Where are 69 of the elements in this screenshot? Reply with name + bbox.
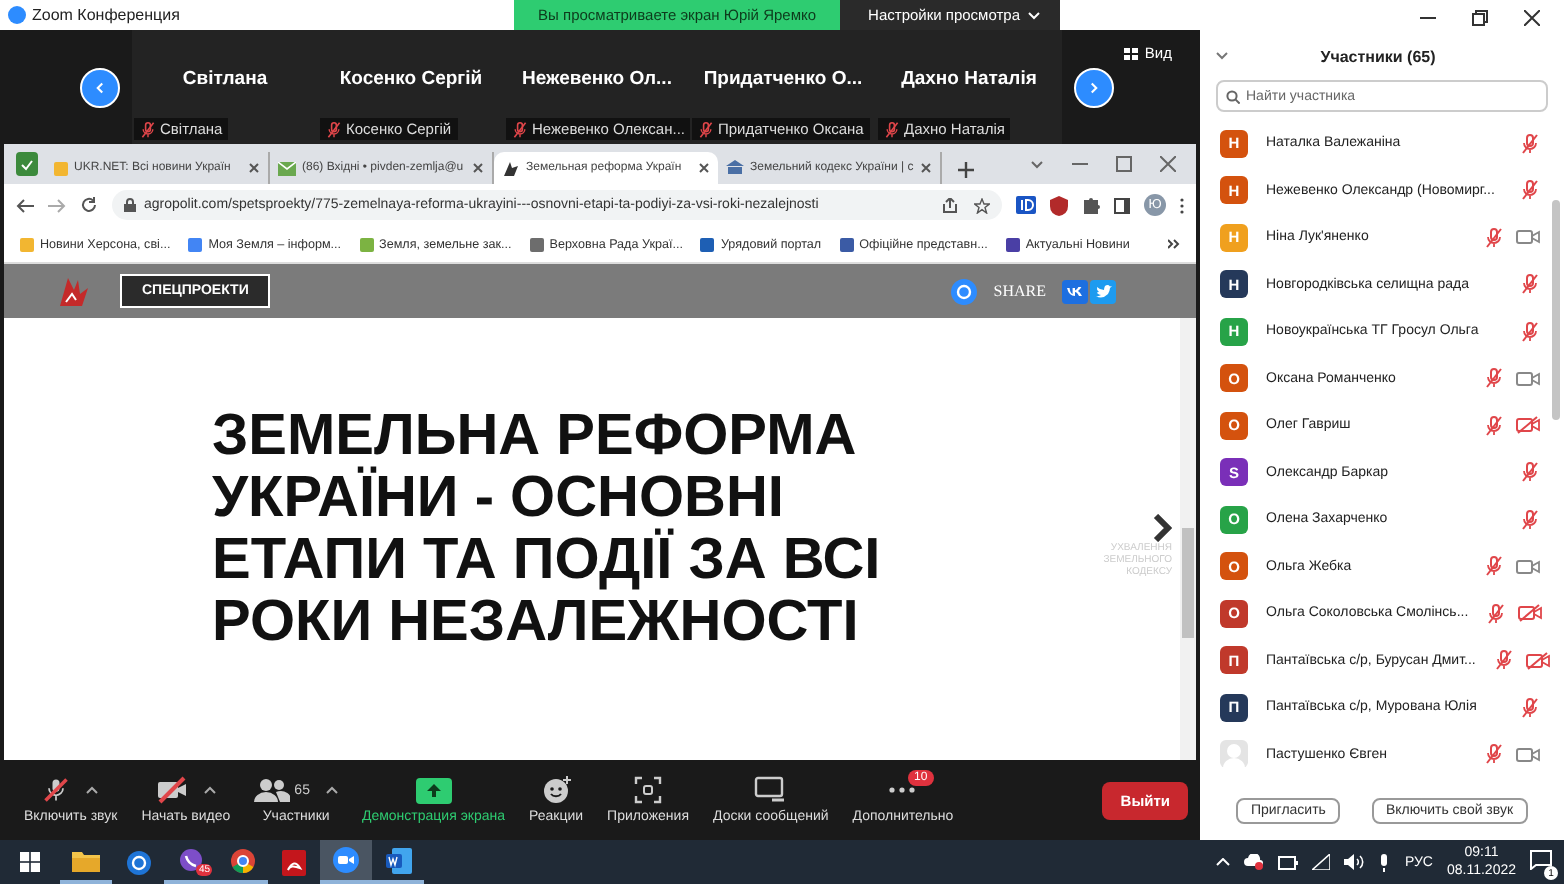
start-icon[interactable] <box>20 852 40 872</box>
cloud-icon[interactable] <box>1244 854 1265 870</box>
phone-bubble-icon <box>177 847 203 873</box>
taskbar-app[interactable] <box>320 840 372 884</box>
hand-logo-icon <box>502 159 520 177</box>
site-favicon-icon <box>54 161 68 175</box>
close-icon[interactable] <box>698 162 710 174</box>
close-icon[interactable] <box>472 162 484 174</box>
document-icon <box>385 847 411 873</box>
battery-icon[interactable] <box>1278 855 1299 869</box>
puzzle-icon[interactable] <box>1082 196 1100 214</box>
close-icon[interactable] <box>920 162 932 174</box>
caret-up-icon[interactable] <box>86 786 99 794</box>
avatar-silhouette-icon <box>1220 740 1248 769</box>
app-logo-icon <box>8 6 26 24</box>
scrollbar-thumb[interactable] <box>1552 200 1560 420</box>
vk-share-icon[interactable] <box>1062 279 1088 303</box>
maximize-icon[interactable] <box>1116 156 1132 172</box>
back-icon[interactable] <box>16 197 34 213</box>
new-tab-icon[interactable] <box>958 162 974 178</box>
speaker-icon[interactable] <box>1344 854 1365 870</box>
reload-icon[interactable] <box>80 196 98 214</box>
more-bookmarks-icon[interactable] <box>1168 238 1180 250</box>
window-title: Zoom Конференция <box>32 6 180 24</box>
bird-icon[interactable] <box>1090 279 1116 303</box>
more-icon <box>888 786 917 794</box>
participant-name: Косенко Сергій <box>339 68 483 90</box>
smiley-icon <box>541 776 572 804</box>
next-page-button[interactable] <box>1074 67 1114 107</box>
side-panel-icon[interactable] <box>1114 197 1130 213</box>
article-headline: ЗЕМЕЛЬНА РЕФОРМА УКРАЇНИ - ОСНОВНІ ЕТАПИ ТА ПОДІЇ ЗА ВСІ РОКИ НЕЗАЛЕЖНОСТІ <box>212 406 883 658</box>
share-label: SHARE <box>993 282 1046 300</box>
caret-up-icon[interactable] <box>325 786 338 794</box>
tab-search-icon[interactable] <box>1030 159 1044 169</box>
video-camera-icon <box>332 846 360 874</box>
participant-name: Дахно Наталія <box>901 68 1037 90</box>
close-icon[interactable] <box>248 162 260 174</box>
search-icon <box>1226 90 1240 104</box>
panel-title: Участники (65) <box>1318 47 1438 65</box>
share-screen-icon <box>415 777 452 803</box>
chevron-up-icon[interactable] <box>1216 858 1231 866</box>
site-logo-icon[interactable] <box>56 273 92 309</box>
folder-icon <box>72 849 100 871</box>
grid-icon <box>1124 47 1139 59</box>
previous-page-button[interactable] <box>80 67 120 107</box>
shield-icon <box>16 152 38 176</box>
apps-icon <box>634 776 663 804</box>
participant-name: Світлана <box>182 68 268 90</box>
close-icon[interactable] <box>1524 10 1540 26</box>
chevron-right-icon[interactable] <box>1152 514 1172 542</box>
participant-name: Придатченко О... <box>703 68 863 90</box>
chevron-right-icon <box>1088 79 1100 95</box>
wifi-icon[interactable] <box>1312 854 1331 870</box>
building-icon <box>726 160 744 176</box>
collapse-icon[interactable] <box>1216 52 1228 60</box>
whiteboard-icon <box>754 776 787 804</box>
caret-up-icon[interactable] <box>203 786 216 794</box>
chrome-icon <box>229 847 255 873</box>
chevron-left-icon <box>94 79 106 95</box>
people-icon <box>254 778 291 802</box>
shield-extension-icon[interactable] <box>1050 195 1068 215</box>
scrollbar-thumb[interactable] <box>1182 528 1194 638</box>
caret-icon <box>1028 11 1040 19</box>
restore-icon[interactable] <box>1472 10 1488 26</box>
extension-icon[interactable] <box>1016 196 1036 214</box>
pdf-icon <box>282 849 306 875</box>
envelope-icon <box>278 161 296 175</box>
microphone-icon[interactable] <box>1378 853 1391 871</box>
participant-name: Нежевенко Ол... <box>522 68 672 90</box>
